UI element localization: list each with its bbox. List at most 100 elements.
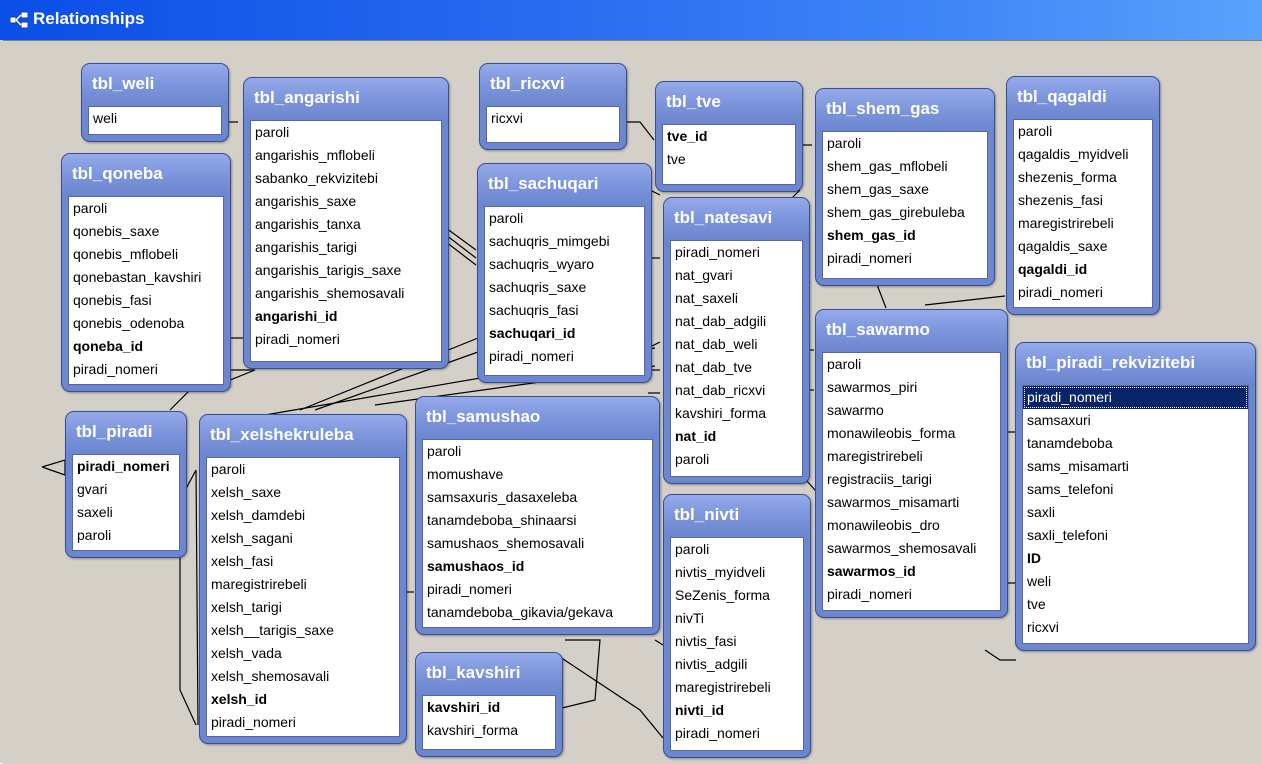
primary-key-field[interactable]: piradi_nomeri xyxy=(73,455,179,478)
field-item[interactable]: angarishis_tanxa xyxy=(251,213,441,236)
field-item[interactable]: shem_gas_saxe xyxy=(823,178,987,201)
table-title[interactable]: tbl_kavshiri xyxy=(416,653,562,695)
field-item[interactable]: piradi_nomeri xyxy=(207,711,399,734)
table-tbl-sawarmo[interactable]: tbl_sawarmo paroli sawarmos_piri sawarmo mo… xyxy=(815,309,1008,618)
table-title[interactable]: tbl_angarishi xyxy=(244,78,448,120)
field-item[interactable]: registraciis_tarigi xyxy=(823,468,1000,491)
field-item[interactable]: kavshiri_forma xyxy=(671,402,802,425)
field-list[interactable]: paroli qonebis_saxe qonebis_mflobeli qoneba… xyxy=(68,196,224,385)
field-item[interactable]: xelsh_fasi xyxy=(207,550,399,573)
field-item[interactable]: piradi_nomeri xyxy=(671,241,802,264)
table-title[interactable]: tbl_tve xyxy=(656,82,802,124)
table-tbl-tve[interactable]: tbl_tve tve_id tve xyxy=(655,81,803,192)
field-item[interactable]: sachuqris_mimgebi xyxy=(485,230,644,253)
field-list[interactable]: ricxvi xyxy=(486,106,620,143)
table-title[interactable]: tbl_nivti xyxy=(664,495,810,537)
field-item[interactable]: paroli xyxy=(823,132,987,155)
field-list[interactable]: paroli xelsh_saxe xelsh_damdebi xelsh_sagan… xyxy=(206,457,400,737)
field-item[interactable]: tanamdeboba_gikavia/gekava xyxy=(423,601,652,624)
field-item[interactable]: maregistrirebeli xyxy=(823,445,1000,468)
field-item[interactable]: sawarmos_piri xyxy=(823,376,1000,399)
primary-key-field[interactable]: angarishi_id xyxy=(251,305,441,328)
field-list[interactable]: piradi_nomeri nat_gvari nat_saxeli nat_dab_… xyxy=(670,240,803,477)
table-tbl-shem-gas[interactable]: tbl_shem_gas paroli shem_gas_mflobeli shem… xyxy=(815,88,995,286)
table-tbl-ricxvi[interactable]: tbl_ricxvi ricxvi xyxy=(479,63,627,150)
table-tbl-weli[interactable]: tbl_weli weli xyxy=(81,63,229,142)
field-list[interactable]: paroli angarishis_mflobeli sabanko_rekvizi… xyxy=(250,120,442,362)
table-title[interactable]: tbl_samushao xyxy=(416,397,659,439)
field-item[interactable]: SeZenis_forma xyxy=(671,584,803,607)
field-item[interactable]: paroli xyxy=(1014,120,1152,143)
field-item[interactable]: samushaos_shemosavali xyxy=(423,532,652,555)
field-list[interactable]: weli xyxy=(88,106,222,135)
table-title[interactable]: tbl_weli xyxy=(82,64,228,106)
field-list[interactable]: piradi_nomeri samsaxuri tanamdeboba sams_mi… xyxy=(1022,385,1249,644)
field-item[interactable]: sachuqris_wyaro xyxy=(485,253,644,276)
field-item[interactable]: tve xyxy=(663,148,795,171)
field-item[interactable]: xelsh_vada xyxy=(207,642,399,665)
field-item[interactable]: qagaldis_myidveli xyxy=(1014,143,1152,166)
table-title[interactable]: tbl_shem_gas xyxy=(816,89,994,131)
table-tbl-qagaldi[interactable]: tbl_qagaldi paroli qagaldis_myidveli sheze… xyxy=(1006,76,1160,315)
field-item[interactable]: sabanko_rekvizitebi xyxy=(251,167,441,190)
field-item[interactable]: nat_dab_tve xyxy=(671,356,802,379)
field-item[interactable]: piradi_nomeri xyxy=(1023,386,1248,409)
field-item[interactable]: paroli xyxy=(207,458,399,481)
field-item[interactable]: saxeli xyxy=(73,501,179,524)
field-list[interactable]: kavshiri_id kavshiri_forma xyxy=(422,695,556,750)
table-title[interactable]: tbl_xelshekruleba xyxy=(200,415,406,457)
field-item[interactable]: angarishis_mflobeli xyxy=(251,144,441,167)
field-item[interactable]: sams_telefoni xyxy=(1023,478,1248,501)
field-item[interactable]: paroli xyxy=(69,197,223,220)
field-item[interactable]: maregistrirebeli xyxy=(671,676,803,699)
field-item[interactable]: nat_saxeli xyxy=(671,287,802,310)
primary-key-field[interactable]: qagaldi_id xyxy=(1014,258,1152,281)
primary-key-field[interactable]: kavshiri_id xyxy=(423,696,555,719)
field-item[interactable]: paroli xyxy=(485,207,644,230)
field-item[interactable]: paroli xyxy=(671,448,802,471)
field-item[interactable]: nat_gvari xyxy=(671,264,802,287)
field-item[interactable]: weli xyxy=(89,107,221,130)
field-item[interactable]: monawileobis_forma xyxy=(823,422,1000,445)
table-title[interactable]: tbl_piradi_rekvizitebi xyxy=(1016,343,1255,385)
field-list[interactable]: paroli sawarmos_piri sawarmo monawileobis_f… xyxy=(822,352,1001,611)
field-item[interactable]: nat_dab_adgili xyxy=(671,310,802,333)
field-item[interactable]: qonebis_saxe xyxy=(69,220,223,243)
primary-key-field[interactable]: sawarmos_id xyxy=(823,560,1000,583)
table-tbl-sachuqari[interactable]: tbl_sachuqari paroli sachuqris_mimgebi sac… xyxy=(477,163,652,383)
primary-key-field[interactable]: xelsh_id xyxy=(207,688,399,711)
field-item[interactable]: qonebis_odenoba xyxy=(69,312,223,335)
table-tbl-piradi[interactable]: tbl_piradi piradi_nomeri gvari saxeli parol… xyxy=(65,411,187,558)
table-title[interactable]: tbl_qoneba xyxy=(62,154,230,196)
field-item[interactable]: shezenis_forma xyxy=(1014,166,1152,189)
field-item[interactable]: nivtis_fasi xyxy=(671,630,803,653)
field-item[interactable]: maregistrirebeli xyxy=(1014,212,1152,235)
field-item[interactable]: nivTi xyxy=(671,607,803,630)
field-item[interactable]: sawarmos_misamarti xyxy=(823,491,1000,514)
field-item[interactable]: nat_dab_weli xyxy=(671,333,802,356)
field-item[interactable]: xelsh_damdebi xyxy=(207,504,399,527)
field-item[interactable]: qonebis_fasi xyxy=(69,289,223,312)
field-item[interactable]: gvari xyxy=(73,478,179,501)
primary-key-field[interactable]: tve_id xyxy=(663,125,795,148)
field-item[interactable]: paroli xyxy=(423,440,652,463)
field-list[interactable]: paroli momushave samsaxuris_dasaxelebatana… xyxy=(422,439,653,628)
field-item[interactable]: piradi_nomeri xyxy=(485,345,644,368)
field-item[interactable]: piradi_nomeri xyxy=(423,578,652,601)
field-item[interactable]: paroli xyxy=(823,353,1000,376)
field-item[interactable]: sachuqris_fasi xyxy=(485,299,644,322)
field-item[interactable]: ricxvi xyxy=(487,107,619,130)
primary-key-field[interactable]: ID xyxy=(1023,547,1248,570)
field-list[interactable]: paroli qagaldis_myidveli shezenis_forma she… xyxy=(1013,119,1153,308)
table-tbl-angarishi[interactable]: tbl_angarishi paroli angarishis_mflobeli s… xyxy=(243,77,449,369)
primary-key-field[interactable]: sachuqari_id xyxy=(485,322,644,345)
table-title[interactable]: tbl_qagaldi xyxy=(1007,77,1159,119)
field-item[interactable]: momushave xyxy=(423,463,652,486)
field-list[interactable]: tve_id tve xyxy=(662,124,796,185)
field-item[interactable]: qagaldis_saxe xyxy=(1014,235,1152,258)
primary-key-field[interactable]: nivti_id xyxy=(671,699,803,722)
field-item[interactable]: samsaxuris_dasaxeleba xyxy=(423,486,652,509)
table-title[interactable]: tbl_ricxvi xyxy=(480,64,626,106)
table-title[interactable]: tbl_sachuqari xyxy=(478,164,651,206)
field-item[interactable]: shem_gas_girebuleba xyxy=(823,201,987,224)
